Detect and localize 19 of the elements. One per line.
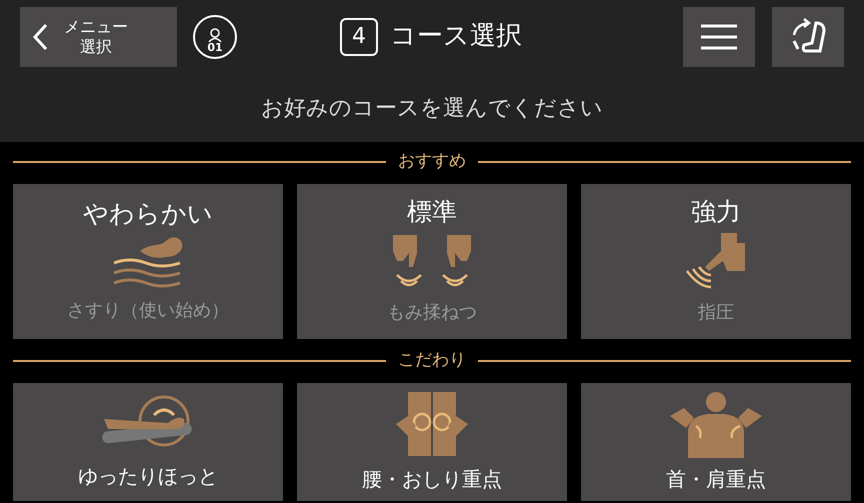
course-card[interactable]: 首・肩重点 (581, 383, 851, 501)
course-card[interactable]: やわらかい さすり（使い始め） (13, 184, 283, 339)
shoulder-massage-icon (668, 390, 764, 460)
user-badge[interactable]: 01 (193, 15, 237, 59)
step-number: 4 (340, 18, 378, 56)
person-icon (208, 28, 222, 42)
menu-button[interactable] (683, 7, 755, 67)
instruction-text: お好みのコースを選んでください (261, 94, 603, 122)
seat-button[interactable] (772, 7, 844, 67)
page-title: コース選択 (390, 20, 522, 53)
course-card[interactable]: 腰・おしり重点 (297, 383, 567, 501)
course-card[interactable]: 強力 指圧 (581, 184, 851, 339)
course-card[interactable]: 標準 もみ揉ねつ (297, 184, 567, 339)
section-heading: こだわり (398, 349, 466, 372)
chevron-left-icon (32, 23, 48, 51)
back-button[interactable]: メニュー 選択 (20, 7, 177, 67)
course-card[interactable]: ゆったりほっと (13, 383, 283, 501)
menu-icon (701, 24, 737, 50)
section-heading: おすすめ (398, 150, 466, 174)
